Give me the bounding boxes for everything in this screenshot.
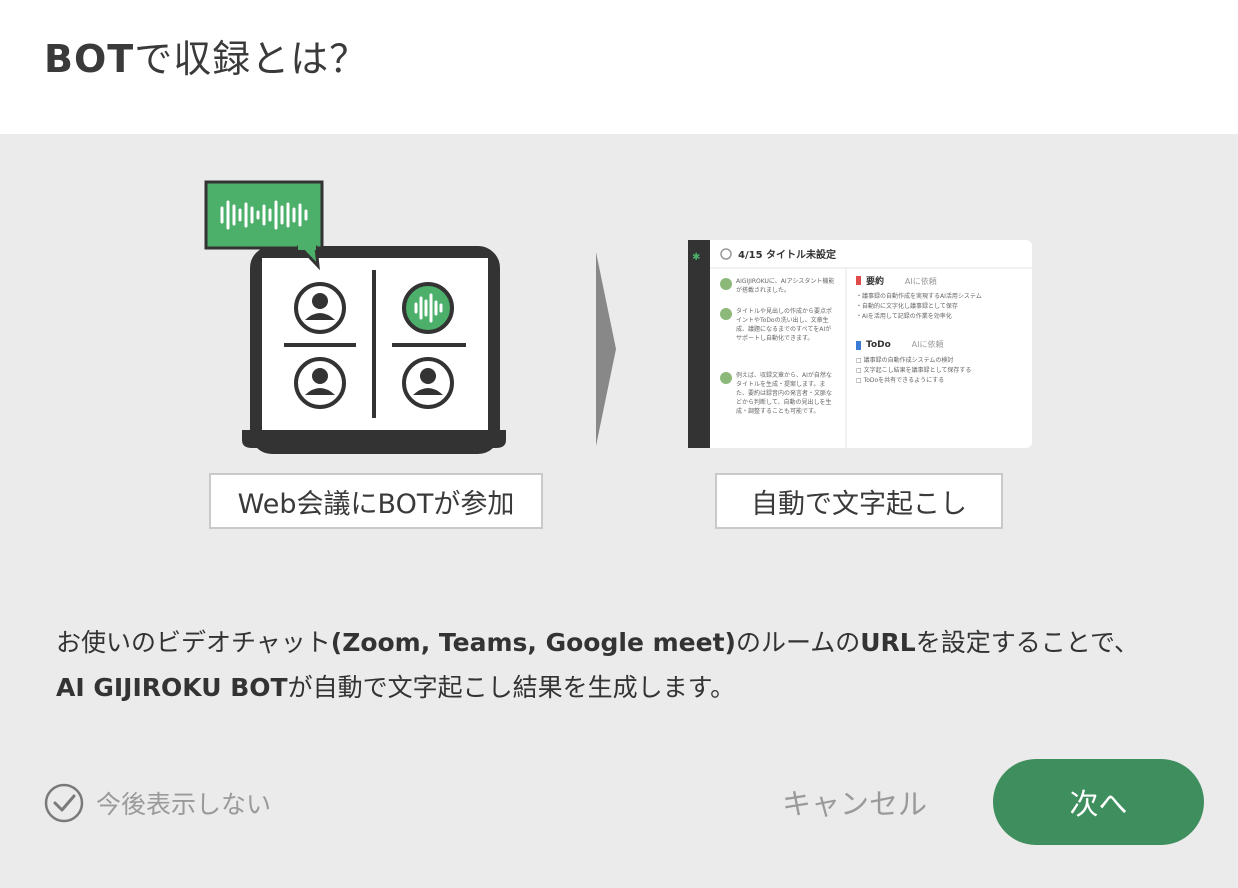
doc-ai-request: AIに依頼 (904, 277, 937, 286)
arrow-right-icon (596, 252, 616, 446)
doc-chat-item: 例えば、収録文章から、AIが自然なタイトルを生成・提案します。また、要約は録音内… (736, 372, 833, 415)
desc-url: URL (860, 628, 916, 657)
doc-summary-list: ・議事録の自動作成を実現するAI活用システム ・自動的に文字化し議事録として保存… (856, 292, 1026, 322)
doc-chat-item: AIGIJIROKUに、AIアシスタント機能が搭載されました。 (736, 278, 835, 294)
check-circle-icon (44, 783, 84, 823)
doc-todo-heading: ToDo AIに依頼 (866, 339, 944, 350)
desc-text: のルームの (735, 628, 861, 657)
doc-summary-label: 要約 (866, 277, 885, 287)
doc-todo-list: □ 議事録の自動作成システムの検討 □ 文字起こし結果を議事録として保存する □… (856, 356, 1026, 386)
dont-show-again-label: 今後表示しない (96, 790, 272, 819)
description: お使いのビデオチャット(Zoom, Teams, Google meet)のルー… (56, 620, 1206, 710)
doc-summary-item: ・AIを活用して記録の作業を効率化 (856, 313, 952, 320)
dialog-title-bold: BOT (44, 37, 135, 81)
doc-todo-item: □ ToDoを共有できるようにする (856, 377, 945, 384)
doc-summary-item: ・自動的に文字化し議事録として保存 (856, 303, 958, 310)
desc-bot-name: AI GIJIROKU BOT (56, 673, 288, 702)
description-line-1: お使いのビデオチャット(Zoom, Teams, Google meet)のルー… (56, 620, 1206, 665)
participant-icon (402, 357, 454, 409)
desc-text: が自動で文字起こし結果を生成します。 (287, 673, 736, 702)
next-button[interactable]: 次へ (993, 759, 1204, 845)
dialog-title: BOTで収録とは？ (44, 28, 368, 83)
step2-caption: 自動で文字起こし (715, 473, 1003, 529)
illustration: ✱ 4/15 タイトル未設定 AIGIJIROKUに、AIアシスタント機能が搭載… (0, 134, 1238, 574)
document-title: 4/15 タイトル未設定 (738, 250, 837, 261)
doc-chat-item: タイトルや見出しの作成から要点ポイントやToDoの洗い出し、文章生成、議題になる… (736, 308, 833, 342)
desc-apps: (Zoom, Teams, Google meet) (330, 628, 736, 657)
dialog-title-rest: で収録とは？ (134, 37, 369, 81)
description-line-2: AI GIJIROKU BOTが自動で文字起こし結果を生成します。 (56, 665, 1206, 710)
doc-ai-request-2: AIに依頼 (911, 340, 944, 349)
doc-todo-label: ToDo (866, 340, 891, 350)
desc-text: を設定することで、 (915, 628, 1139, 657)
doc-todo-item: □ 議事録の自動作成システムの検討 (856, 357, 954, 364)
doc-todo-item: □ 文字起こし結果を議事録として保存する (856, 367, 972, 374)
dialog-header: BOTで収録とは？ (0, 0, 1238, 134)
laptop-meeting-illustration: ✱ (204, 180, 1032, 454)
cancel-button[interactable]: キャンセル (782, 778, 927, 826)
participant-icon (294, 357, 346, 409)
svg-text:✱: ✱ (692, 252, 700, 263)
dont-show-again-checkbox[interactable]: 今後表示しない (44, 782, 271, 824)
step1-caption: Web会議にBOTが参加 (209, 473, 543, 529)
bot-participant-icon (402, 282, 454, 334)
participant-icon (294, 282, 346, 334)
doc-summary-item: ・議事録の自動作成を実現するAI活用システム (856, 293, 982, 300)
doc-summary-heading: 要約 AIに依頼 (866, 274, 937, 287)
desc-text: お使いのビデオチャット (56, 628, 331, 657)
